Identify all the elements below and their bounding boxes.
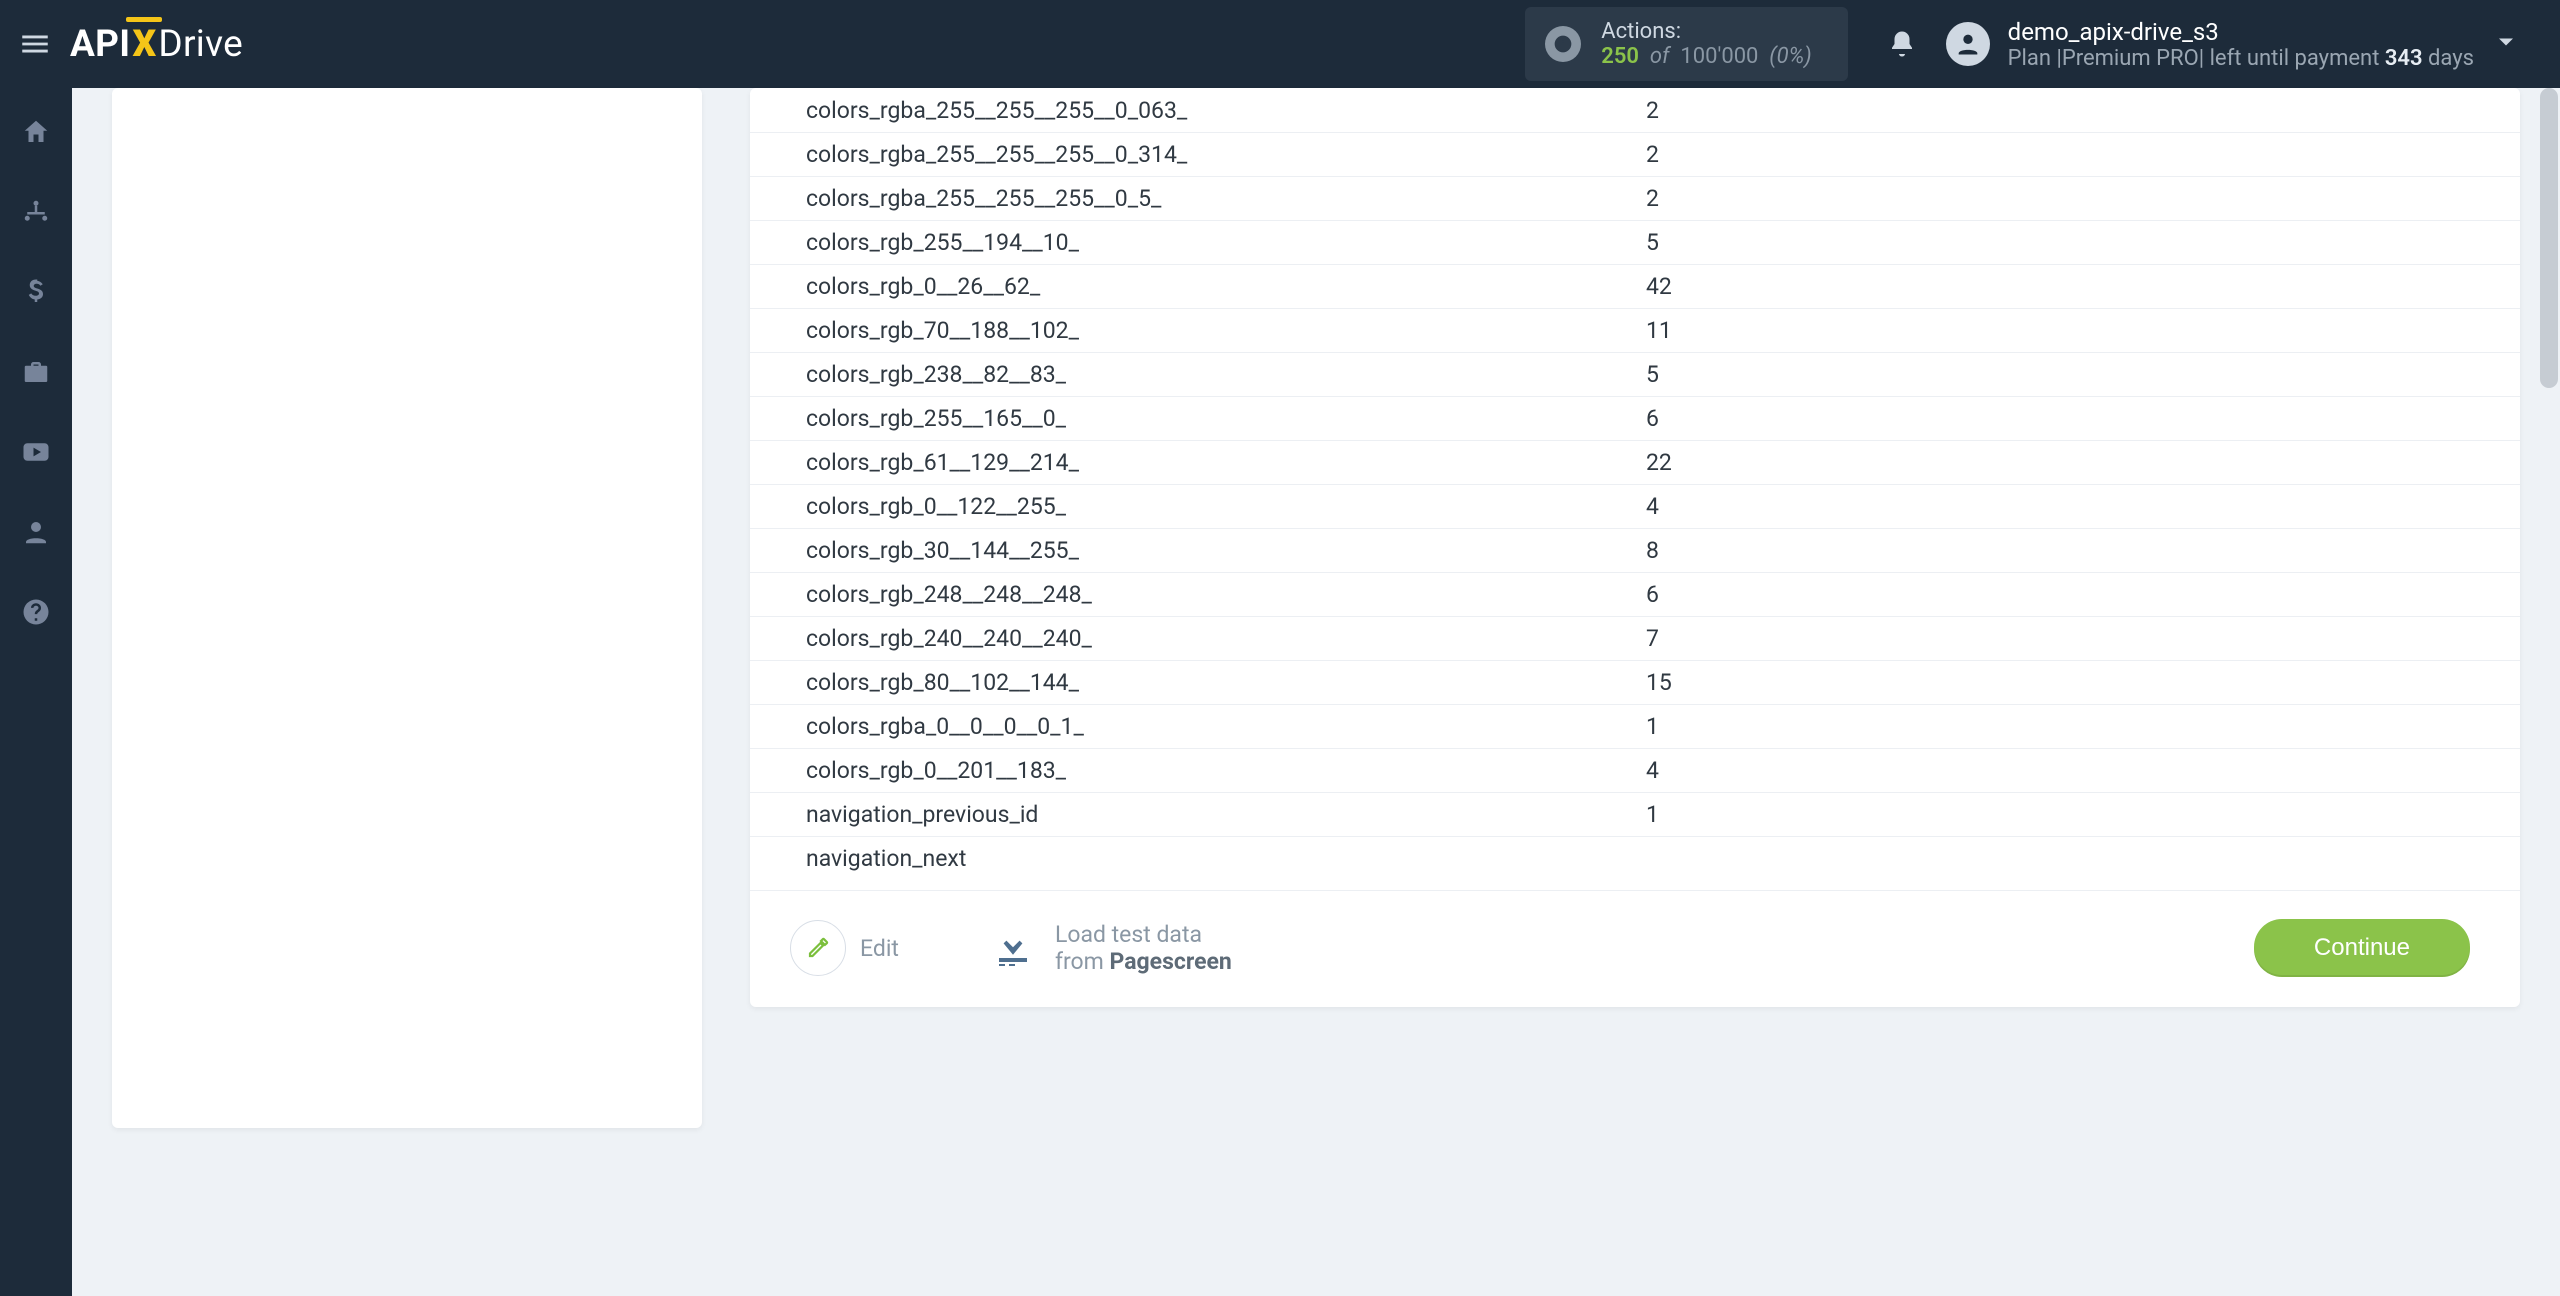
help-icon[interactable] bbox=[16, 592, 56, 632]
table-row: colors_rgb_0__26__62_42 bbox=[750, 264, 2520, 308]
edit-button[interactable]: Edit bbox=[790, 920, 899, 976]
field-key: colors_rgb_0__122__255_ bbox=[806, 493, 1646, 520]
field-value: 15 bbox=[1646, 669, 1672, 696]
logo-drive: Drive bbox=[158, 23, 243, 66]
youtube-icon[interactable] bbox=[16, 432, 56, 472]
actions-label: Actions: bbox=[1601, 19, 1811, 44]
table-row: navigation_next bbox=[750, 836, 2520, 880]
field-key: navigation_next bbox=[806, 845, 1646, 872]
field-key: colors_rgb_0__201__183_ bbox=[806, 757, 1646, 784]
table-row: colors_rgb_0__122__255_4 bbox=[750, 484, 2520, 528]
field-value: 6 bbox=[1646, 581, 1659, 608]
topbar: APIXDrive Actions: 250 of 100'000 (0%) d… bbox=[0, 0, 2560, 88]
field-value: 2 bbox=[1646, 141, 1659, 168]
table-row: colors_rgb_80__102__144_15 bbox=[750, 660, 2520, 704]
field-key: colors_rgb_80__102__144_ bbox=[806, 669, 1646, 696]
field-value: 2 bbox=[1646, 185, 1659, 212]
field-key: colors_rgba_255__255__255__0_5_ bbox=[806, 185, 1646, 212]
notifications-button[interactable] bbox=[1872, 29, 1932, 59]
field-value: 22 bbox=[1646, 449, 1672, 476]
edit-label: Edit bbox=[860, 935, 899, 962]
field-value: 5 bbox=[1646, 229, 1659, 256]
table-row: colors_rgb_0__201__183_4 bbox=[750, 748, 2520, 792]
table-row: colors_rgb_255__165__0_6 bbox=[750, 396, 2520, 440]
actions-percent: (0%) bbox=[1769, 44, 1811, 69]
field-key: colors_rgb_248__248__248_ bbox=[806, 581, 1646, 608]
field-value: 7 bbox=[1646, 625, 1659, 652]
table-row: colors_rgb_61__129__214_22 bbox=[750, 440, 2520, 484]
logo[interactable]: APIXDrive bbox=[70, 23, 243, 66]
field-key: colors_rgb_61__129__214_ bbox=[806, 449, 1646, 476]
data-panel: colors_rgba_255__255__255__0_063_2colors… bbox=[750, 88, 2520, 1007]
avatar-icon bbox=[1946, 22, 1990, 66]
field-key: colors_rgb_240__240__240_ bbox=[806, 625, 1646, 652]
field-value: 1 bbox=[1646, 801, 1659, 828]
table-row: colors_rgba_0__0__0__0_1_1 bbox=[750, 704, 2520, 748]
info-icon bbox=[1545, 26, 1581, 62]
actions-count: 250 bbox=[1601, 44, 1639, 69]
table-row: colors_rgba_255__255__255__0_314_2 bbox=[750, 132, 2520, 176]
table-row: colors_rgb_70__188__102_11 bbox=[750, 308, 2520, 352]
sidebar bbox=[0, 88, 72, 1296]
load-test-data-button[interactable]: Load test data from Pagescreen bbox=[989, 921, 1232, 975]
page-content: colors_rgba_255__255__255__0_063_2colors… bbox=[72, 88, 2560, 1296]
table-row: navigation_previous_id1 bbox=[750, 792, 2520, 836]
table-row: colors_rgb_255__194__10_5 bbox=[750, 220, 2520, 264]
table-row: colors_rgb_240__240__240_7 bbox=[750, 616, 2520, 660]
field-value: 5 bbox=[1646, 361, 1659, 388]
download-icon bbox=[989, 922, 1037, 974]
field-key: colors_rgb_0__26__62_ bbox=[806, 273, 1646, 300]
field-key: colors_rgba_255__255__255__0_063_ bbox=[806, 97, 1646, 124]
field-value: 42 bbox=[1646, 273, 1672, 300]
panel-footer: Edit Load test data from Pagescreen Cont… bbox=[750, 890, 2520, 977]
field-value: 2 bbox=[1646, 97, 1659, 124]
field-value: 1 bbox=[1646, 713, 1659, 740]
field-key: colors_rgb_255__194__10_ bbox=[806, 229, 1646, 256]
user-plan-line: Plan |Premium PRO| left until payment 34… bbox=[2008, 46, 2474, 71]
field-key: colors_rgba_0__0__0__0_1_ bbox=[806, 713, 1646, 740]
left-panel bbox=[112, 88, 702, 1128]
field-key: colors_rgba_255__255__255__0_314_ bbox=[806, 141, 1646, 168]
fields-table: colors_rgba_255__255__255__0_063_2colors… bbox=[750, 88, 2520, 880]
field-key: colors_rgb_30__144__255_ bbox=[806, 537, 1646, 564]
billing-icon[interactable] bbox=[16, 272, 56, 312]
logo-x: X bbox=[130, 23, 158, 66]
field-value: 8 bbox=[1646, 537, 1659, 564]
field-key: colors_rgb_70__188__102_ bbox=[806, 317, 1646, 344]
actions-total: 100'000 bbox=[1680, 44, 1758, 69]
actions-of: of bbox=[1650, 44, 1670, 69]
actions-counter[interactable]: Actions: 250 of 100'000 (0%) bbox=[1525, 7, 1847, 81]
logo-api: API bbox=[70, 23, 130, 66]
field-value: 4 bbox=[1646, 757, 1659, 784]
chevron-down-icon bbox=[2492, 28, 2520, 60]
table-row: colors_rgb_238__82__83_5 bbox=[750, 352, 2520, 396]
field-value: 6 bbox=[1646, 405, 1659, 432]
account-icon[interactable] bbox=[16, 512, 56, 552]
actions-text: Actions: 250 of 100'000 (0%) bbox=[1601, 19, 1811, 69]
home-icon[interactable] bbox=[16, 112, 56, 152]
field-key: navigation_previous_id bbox=[806, 801, 1646, 828]
field-value: 4 bbox=[1646, 493, 1659, 520]
scrollbar[interactable] bbox=[2540, 88, 2558, 388]
user-menu[interactable]: demo_apix-drive_s3 Plan |Premium PRO| le… bbox=[1932, 18, 2560, 71]
briefcase-icon[interactable] bbox=[16, 352, 56, 392]
load-line2: from Pagescreen bbox=[1055, 948, 1232, 975]
field-key: colors_rgb_238__82__83_ bbox=[806, 361, 1646, 388]
continue-button[interactable]: Continue bbox=[2254, 919, 2470, 977]
user-name: demo_apix-drive_s3 bbox=[2008, 18, 2474, 46]
menu-toggle[interactable] bbox=[0, 0, 70, 88]
table-row: colors_rgba_255__255__255__0_5_2 bbox=[750, 176, 2520, 220]
field-key: colors_rgb_255__165__0_ bbox=[806, 405, 1646, 432]
table-row: colors_rgb_248__248__248_6 bbox=[750, 572, 2520, 616]
load-line1: Load test data bbox=[1055, 921, 1232, 948]
table-row: colors_rgb_30__144__255_8 bbox=[750, 528, 2520, 572]
field-value: 11 bbox=[1646, 317, 1672, 344]
connections-icon[interactable] bbox=[16, 192, 56, 232]
table-row: colors_rgba_255__255__255__0_063_2 bbox=[750, 88, 2520, 132]
pencil-icon bbox=[790, 920, 846, 976]
